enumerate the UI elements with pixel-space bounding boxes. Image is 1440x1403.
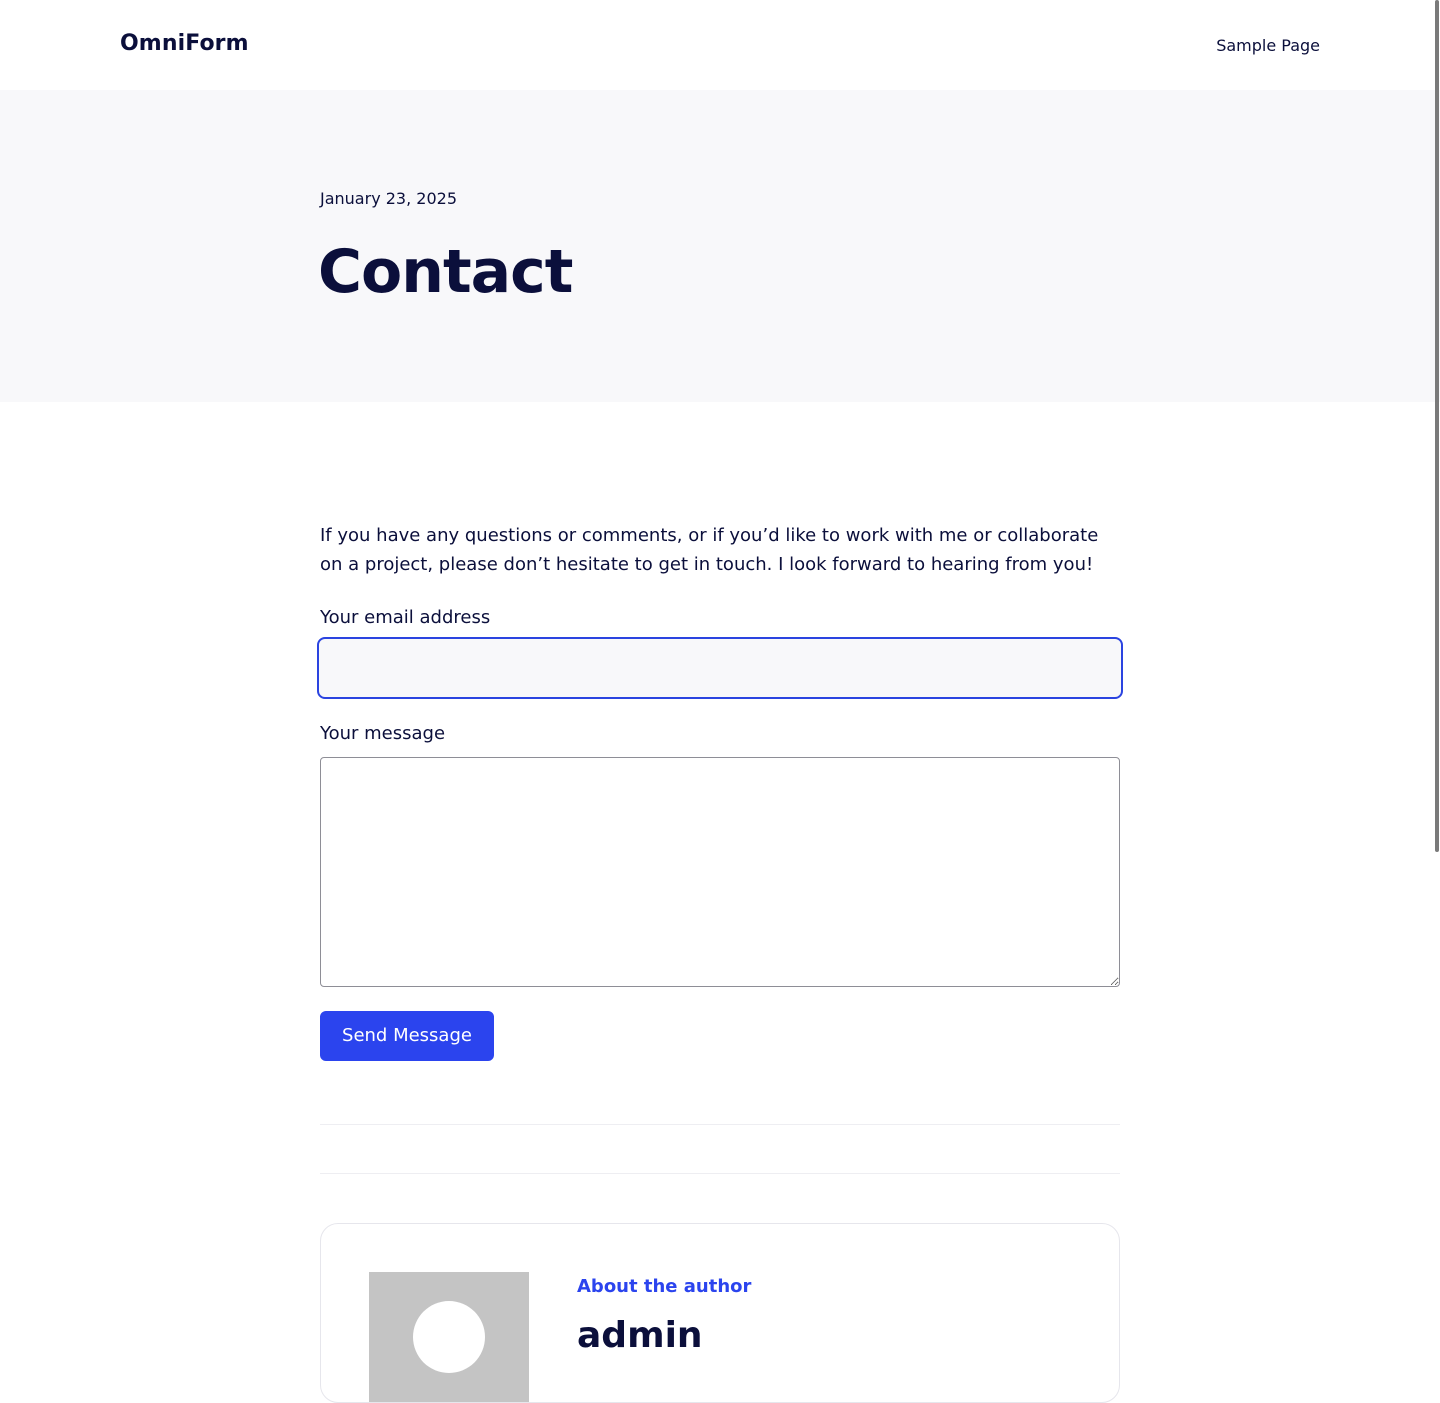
nav-item-sample-page[interactable]: Sample Page	[1216, 35, 1320, 57]
send-message-button[interactable]: Send Message	[320, 1011, 494, 1061]
email-field-label: Your email address	[320, 607, 491, 628]
divider	[320, 1173, 1120, 1174]
intro-paragraph: If you have any questions or comments, o…	[320, 525, 1099, 575]
author-avatar	[369, 1272, 529, 1402]
author-name[interactable]: admin	[577, 1314, 703, 1358]
author-section-heading: About the author	[577, 1276, 752, 1297]
site-title-link[interactable]: OmniForm	[120, 30, 249, 58]
avatar-placeholder-icon	[413, 1301, 485, 1373]
site-header: OmniForm Sample Page	[0, 0, 1440, 90]
page-scrollbar[interactable]	[1435, 0, 1439, 852]
message-field-label: Your message	[320, 723, 446, 744]
page-hero: January 23, 2025 Contact	[0, 90, 1440, 402]
divider	[320, 1124, 1120, 1125]
page-title: Contact	[318, 237, 573, 307]
message-field[interactable]	[320, 757, 1120, 987]
email-field[interactable]	[317, 637, 1123, 699]
post-date: January 23, 2025	[320, 189, 457, 208]
author-card: About the author admin	[320, 1223, 1120, 1403]
